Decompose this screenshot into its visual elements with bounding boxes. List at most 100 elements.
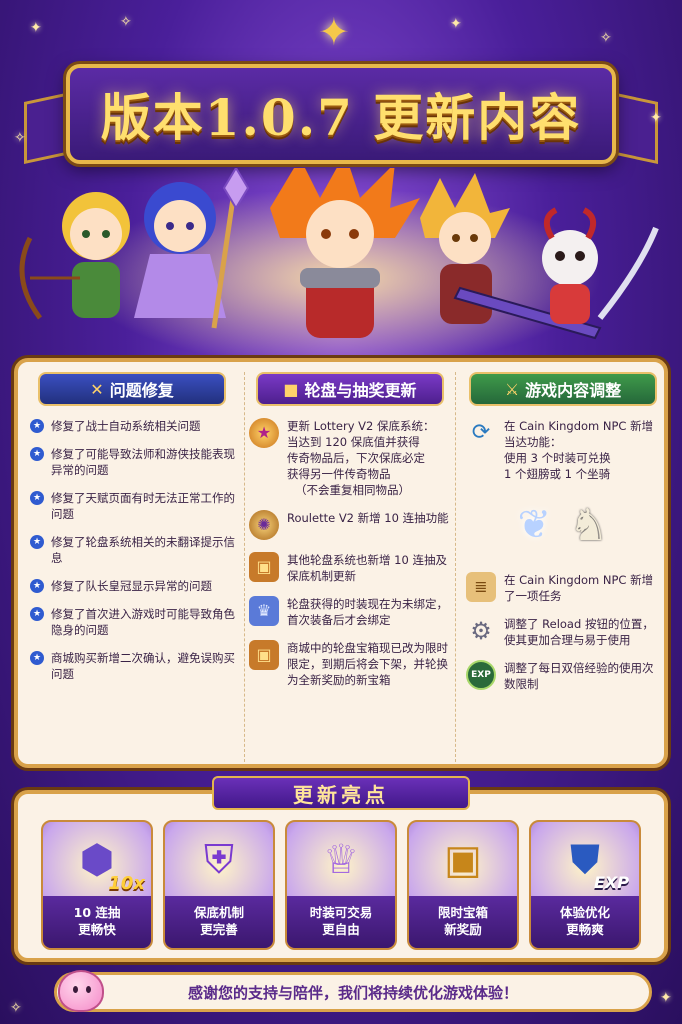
dress-icon: ♕ [323,837,359,883]
treasure-chest-icon: ▣ [249,640,279,670]
wings-icon: ❦ [517,502,552,548]
star-bullet-icon: ★ [30,651,44,665]
gear-icon: ⚙ [470,617,492,645]
sparkle-icon: ✧ [120,14,132,30]
fix-text: 修复了战士自动系统相关问题 [51,419,201,433]
treasure-chest-icon: ▣ [249,552,279,582]
list-item: ★ 修复了轮盘系统相关的未翻译提示信息 [30,534,238,566]
title-banner: 版本1.0.7 更新内容 [66,64,616,164]
roulette-wheel-icon: ✺ [249,510,279,540]
footer-message: 感谢您的支持与陪伴，我们将持续优化游戏体验！ [54,972,652,1012]
list-item: ✺ Roulette V2 新增 10 连抽功能 [245,510,455,540]
hero-illustration [0,153,682,368]
text-line: 传奇物品后，下次保底必定 [287,451,425,465]
fixes-column: ✕ 问题修复 ★ 修复了战士自动系统相关问题 ★ 修复了可能导致法师和游侠技能表现异… [26,372,238,762]
lottery-header-label: 轮盘与抽奖更新 [304,381,417,400]
costume-icon: ♛ [249,596,279,626]
fix-text: 修复了可能导致法师和游侠技能表现异常的问题 [51,447,235,477]
list-item: EXP 调整了每日双倍经验的使用次数限制 [462,660,664,692]
card-line: 体验优化 [559,905,610,920]
text-line: 当达到 120 保底值并获得 [287,435,420,449]
star-medal-icon: ★ [249,418,279,448]
shop-chest-text: 商城中的轮盘宝箱现已改为限时限定，到期后将会下架，并轮换为全新奖励的新宝箱 [287,641,448,687]
list-item: ★ 修复了天赋页面有时无法正常工作的问题 [30,490,238,522]
text-line: （不会重复相同物品） [295,483,410,497]
list-item: ♛ 轮盘获得的时装现在为未绑定，首次装备后才会绑定 [245,596,455,628]
reload-text: 调整了 Reload 按钮的位置，使其更加合理与易于使用 [504,617,654,647]
text-line: 更新 Lottery V2 保底系统： [287,419,435,433]
card-line: 限时宝箱 [437,905,488,920]
card-line: 保底机制 [193,905,244,920]
star-bullet-icon: ★ [30,447,44,461]
list-item: ★ 商城购买新增二次确认，避免误购买问题 [30,650,238,682]
card-line: 更完善 [200,922,238,937]
roulette-text: Roulette V2 新增 10 连抽功能 [287,511,449,525]
card-line: 10 连抽 [73,905,121,920]
text-line: 在 Cain Kingdom NPC 新增 [504,419,654,433]
card-label: 时装可交易 更自由 [287,896,395,948]
fixes-header: ✕ 问题修复 [38,372,226,406]
card-label: 10 连抽 更畅快 [43,896,151,948]
text-line: 1 个翅膀或 1 个坐骑 [504,467,611,481]
skeleton-character [542,207,659,324]
reward-images: ❦ ♞ [462,490,664,560]
card-label: 限时宝箱 新奖励 [409,896,517,948]
card-line: 更畅爽 [566,922,604,937]
list-item: ★ 修复了战士自动系统相关问题 [30,418,238,434]
highlights-title: 更新亮点 [212,776,470,810]
list-item: ★ 修复了首次进入游戏时可能导致角色隐身的问题 [30,606,238,638]
text-line: 使用 3 个时装可兑换 [504,451,611,465]
list-item: ★ 修复了可能导致法师和游侠技能表现异常的问题 [30,446,238,478]
highlight-card: ⛨ 保底机制 更完善 [163,820,275,950]
fixes-list: ★ 修复了战士自动系统相关问题 ★ 修复了可能导致法师和游侠技能表现异常的问题 ★ 修… [26,418,238,682]
sparkle-icon: ✦ [660,990,672,1006]
crossed-swords-icon: ⚔ [504,379,520,399]
gem-capsule-icon: ⬢ 10x [79,837,145,894]
list-item: ⚙ 调整了 Reload 按钮的位置，使其更加合理与易于使用 [462,616,664,648]
crown-star-icon: ✦ [318,10,350,54]
star-bullet-icon: ★ [30,535,44,549]
highlight-card: ▣ 限时宝箱 新奖励 [407,820,519,950]
fix-text: 商城购买新增二次确认，避免误购买问题 [51,651,235,681]
card-line: 更畅快 [78,922,116,937]
treasure-chest-icon: ▣ [444,837,482,883]
fix-text: 修复了首次进入游戏时可能导致角色隐身的问题 [51,607,235,637]
highlight-card: ⛊ EXP 体验优化 更畅爽 [529,820,641,950]
shield-star-icon: ⛨ [204,837,234,883]
unicorn-mount-icon: ♞ [569,499,609,551]
list-item: ★ 更新 Lottery V2 保底系统： 当达到 120 保底值并获得 传奇物… [245,418,455,498]
fixes-header-label: 问题修复 [109,381,174,400]
card-label: 体验优化 更畅爽 [531,896,639,948]
highlight-card: ⬢ 10x 10 连抽 更畅快 [41,820,153,950]
list-item: ▣ 其他轮盘系统也新增 10 连抽及保底机制更新 [245,552,455,584]
star-bullet-icon: ★ [30,491,44,505]
exp-icon: EXP [466,660,496,690]
page-title: 版本1.0.7 更新内容 [100,88,582,147]
other-roulette-text: 其他轮盘系统也新增 10 连抽及保底机制更新 [287,553,447,583]
hero-art [19,153,659,368]
update-panel: ✕ 问题修复 ★ 修复了战士自动系统相关问题 ★ 修复了可能导致法师和游侠技能表现异… [14,358,668,768]
content-header: ⚔ 游戏内容调整 [469,372,657,406]
costume-text: 轮盘获得的时装现在为未绑定，首次装备后才会绑定 [287,597,448,627]
star-bullet-icon: ★ [30,607,44,621]
exchange-text: 在 Cain Kingdom NPC 新增 当达功能： 使用 3 个时装可兑换 … [504,418,660,482]
exp-shield-icon: ⛊ EXP [570,837,629,892]
ten-pull-badge: 10x [108,873,145,894]
text-line: 当达功能： [504,435,562,449]
lottery-pity-text: 更新 Lottery V2 保底系统： 当达到 120 保底值并获得 传奇物品后… [287,418,451,498]
slime-mascot-icon [58,970,104,1012]
highlight-card: ♕ 时装可交易 更自由 [285,820,397,950]
text-line: 获得另一件传奇物品 [287,467,391,481]
sparkle-icon: ✦ [650,110,662,126]
card-line: 更自由 [322,922,360,937]
scroll-icon: ≣ [466,572,496,602]
list-item: ▣ 商城中的轮盘宝箱现已改为限时限定，到期后将会下架，并轮换为全新奖励的新宝箱 [245,640,455,688]
star-bullet-icon: ★ [30,579,44,593]
card-line: 时装可交易 [309,905,373,920]
content-column: ⚔ 游戏内容调整 ⟳ 在 Cain Kingdom NPC 新增 当达功能： 使… [462,372,664,762]
sparkle-icon: ✦ [30,20,42,36]
highlights-panel: ⬢ 10x 10 连抽 更畅快 ⛨ 保底机制 更完善 ♕ 时装可交易 更自由 ▣… [14,790,668,962]
gift-icon: ■ [283,379,299,399]
card-label: 保底机制 更完善 [165,896,273,948]
exp-badge: EXP [594,873,629,892]
